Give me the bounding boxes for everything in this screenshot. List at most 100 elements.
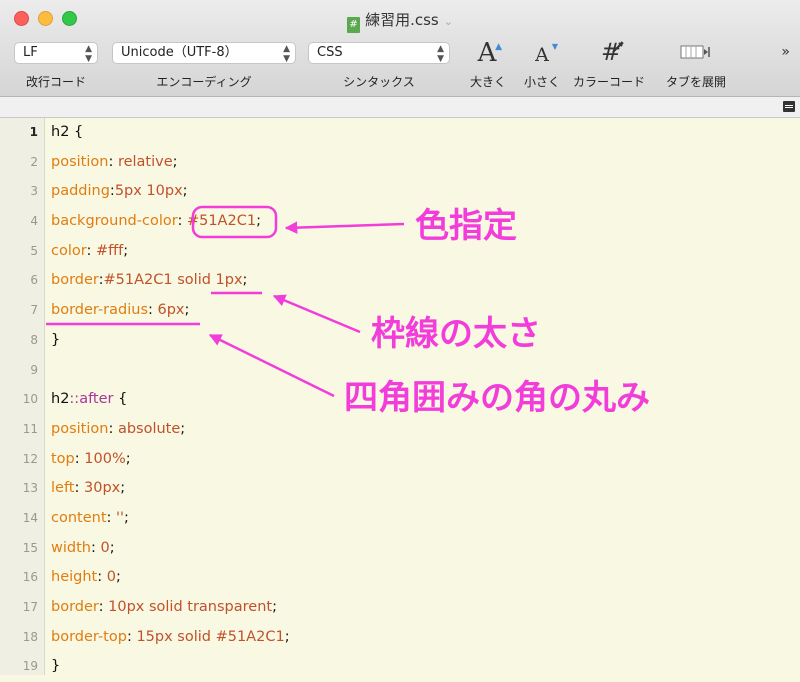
code-line[interactable]: 18 border-top: 15px solid #51A2C1; [0, 623, 800, 653]
line-ending-select[interactable]: LF ▲ ▼ [14, 42, 98, 64]
code-text: position: relative; [51, 148, 178, 178]
code-token: 10px solid transparent [108, 599, 273, 615]
smaller-font-icon[interactable]: A ▼ [530, 42, 558, 74]
color-code-icon[interactable]: # [597, 38, 625, 68]
code-line[interactable]: 19} [0, 652, 800, 682]
bigger-font-icon[interactable]: A ▲ [472, 38, 502, 68]
bigger-font-label[interactable]: 大きく [458, 73, 518, 90]
code-token: ; [125, 450, 131, 467]
line-number: 18 [22, 629, 38, 644]
code-line[interactable]: 15 width: 0; [0, 534, 800, 564]
code-text: border:#51A2C1 solid 1px; [51, 266, 247, 296]
code-token: } [51, 331, 61, 348]
code-token: solid [177, 272, 211, 289]
code-token: position [51, 420, 109, 437]
code-token: 0 [100, 539, 110, 556]
line-number: 11 [22, 421, 38, 436]
code-token: border [51, 599, 99, 615]
menu-icon[interactable] [783, 101, 795, 112]
code-text: h2 { [51, 118, 83, 148]
code-token: height [51, 569, 98, 586]
annotation-color-spec: 色指定 [415, 206, 517, 246]
code-token: : [97, 569, 107, 586]
bigger-font-glyph: A [477, 38, 497, 68]
code-token: : [108, 420, 118, 437]
code-token: 1px [210, 272, 243, 289]
code-token: { [113, 391, 128, 408]
color-code-label[interactable]: カラーコード [567, 73, 651, 90]
line-number: 14 [22, 510, 38, 525]
select-arrows-icon: ▲ ▼ [437, 44, 444, 64]
code-line[interactable]: 1 h2 { [0, 118, 800, 148]
code-text: width: 0; [51, 534, 115, 564]
smaller-font-label[interactable]: 小さく [512, 73, 572, 90]
code-token: : [74, 480, 84, 497]
navigation-bar [0, 97, 800, 118]
code-token: : [108, 153, 118, 170]
code-token: #51A2C1 [103, 272, 178, 289]
syntax-label: シンタックス [343, 75, 415, 89]
line-number: 19 [22, 659, 38, 674]
code-token: ; [120, 480, 126, 497]
code-line[interactable]: 3 padding:5px 10px; [0, 177, 800, 207]
code-text: left: 30px; [51, 474, 125, 504]
code-token: width [51, 539, 91, 556]
code-line[interactable]: 12 top: 100%; [0, 445, 800, 475]
toolbar-overflow-button[interactable]: » [781, 44, 790, 60]
code-token: 6px [157, 302, 185, 319]
code-line[interactable]: 16 height: 0; [0, 563, 800, 593]
window-title[interactable]: # 練習用.css ⌄ [0, 9, 800, 33]
code-token: ; [109, 539, 115, 556]
code-token: : [177, 213, 187, 230]
toolbar: LF ▲ ▼ 改行コード Unicode（UTF-8） ▲ ▼ エンコーディング C… [0, 36, 800, 97]
code-text: } [51, 652, 60, 682]
syntax-select[interactable]: CSS ▲ ▼ [308, 42, 450, 64]
select-arrows-icon: ▲ ▼ [283, 44, 290, 64]
code-line[interactable]: 6 border:#51A2C1 solid 1px; [0, 266, 800, 296]
code-token: border [51, 272, 99, 289]
code-token: : [98, 599, 109, 615]
code-token: ; [272, 599, 277, 615]
line-number: 15 [22, 540, 38, 555]
code-token: : [74, 450, 85, 467]
code-text: height: 0; [51, 563, 121, 593]
code-token: ; [182, 183, 188, 200]
encoding-value: Unicode（UTF-8） [121, 45, 238, 60]
code-token: ; [123, 242, 129, 259]
code-token: border-radius [51, 302, 148, 319]
encoding-select[interactable]: Unicode（UTF-8） ▲ ▼ [112, 42, 296, 64]
code-line[interactable]: 5 color: #fff; [0, 237, 800, 267]
triangle-down-icon: ▼ [551, 42, 558, 51]
css-document-icon: # [347, 17, 361, 33]
code-token: background-color [51, 213, 178, 230]
expand-tab-icon[interactable] [680, 44, 712, 60]
code-token: : [86, 242, 96, 259]
code-token: 15px solid #51A2C1 [136, 628, 285, 645]
code-token: padding [51, 183, 110, 200]
code-line[interactable]: 13 left: 30px; [0, 474, 800, 504]
line-ending-label: 改行コード [25, 75, 86, 89]
code-line[interactable]: 11 position: absolute; [0, 415, 800, 445]
code-token: ::after [69, 391, 114, 408]
code-token: ; [184, 302, 190, 319]
code-text: color: #fff; [51, 237, 128, 267]
annotation-border-width: 枠線の太さ [371, 314, 541, 354]
code-token: } [51, 658, 61, 675]
line-number: 13 [22, 481, 38, 496]
code-token: relative [117, 153, 173, 170]
code-token: color [51, 242, 87, 259]
title-bar: # 練習用.css ⌄ [0, 0, 800, 36]
line-number: 3 [30, 184, 38, 199]
code-line[interactable]: 2 position: relative; [0, 148, 800, 178]
code-line[interactable]: 14 content: ''; [0, 504, 800, 534]
code-line[interactable]: 4 background-color: #51A2C1; [0, 207, 800, 237]
encoding-label: エンコーディング [156, 75, 252, 89]
annotation-corner-radius: 四角囲みの角の丸み [344, 378, 650, 418]
code-token: h2 [51, 391, 70, 408]
line-number: 4 [30, 214, 38, 229]
code-token: content [51, 509, 107, 526]
expand-tab-label[interactable]: タブを展開 [656, 73, 736, 90]
code-line[interactable]: 17 border: 10px solid transparent; [0, 593, 800, 623]
code-token: : [106, 509, 117, 526]
code-token: ; [124, 509, 129, 526]
